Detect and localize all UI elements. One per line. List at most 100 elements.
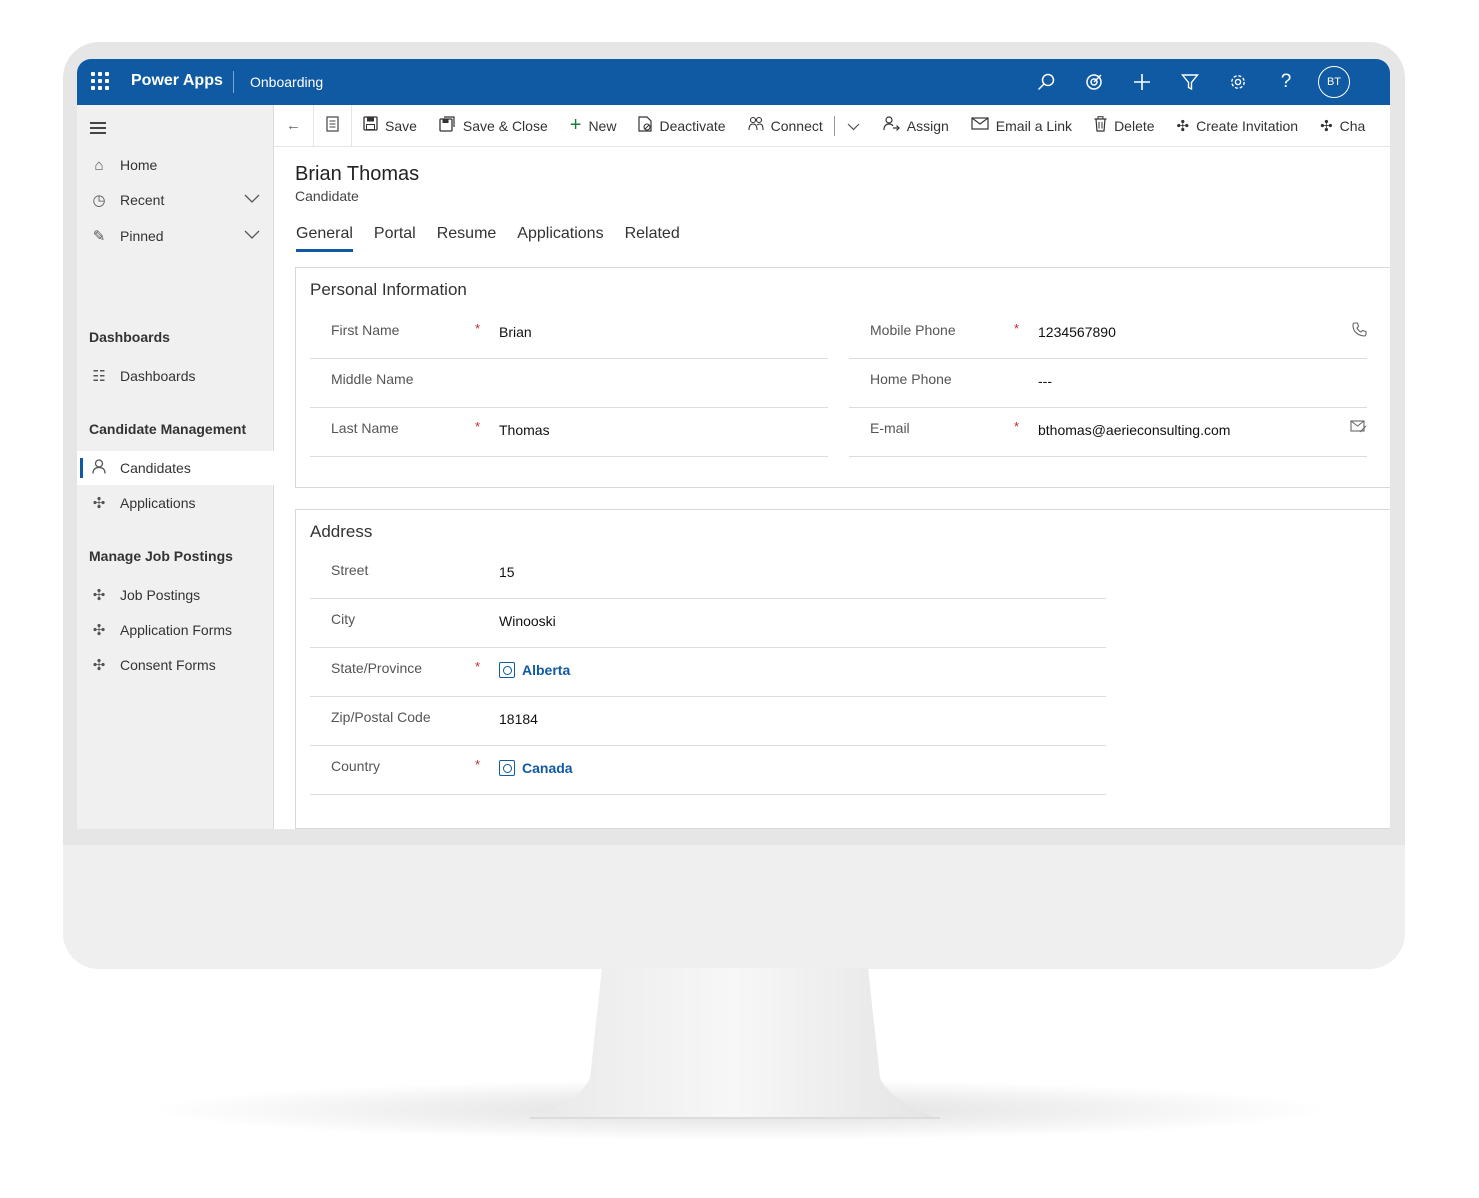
create-invitation-button[interactable]: ✣ Create Invitation bbox=[1166, 105, 1310, 146]
email-link-button[interactable]: Email a Link bbox=[960, 105, 1083, 146]
pin-icon: ✎ bbox=[92, 228, 106, 245]
sidebar-item-label: Dashboards bbox=[120, 368, 196, 384]
help-icon[interactable]: ? bbox=[1262, 59, 1310, 105]
state-province-lookup[interactable]: Alberta bbox=[499, 662, 570, 678]
city-field[interactable]: City Winooski bbox=[310, 599, 1106, 648]
send-email-icon[interactable] bbox=[1350, 420, 1367, 437]
field-label: State/Province bbox=[331, 660, 423, 676]
tab-applications[interactable]: Applications bbox=[517, 225, 603, 252]
personal-information-section: Personal Information First Name * Brian … bbox=[295, 267, 1390, 488]
last-name-value[interactable]: Thomas bbox=[499, 422, 550, 438]
record-title: Brian Thomas bbox=[295, 163, 420, 185]
app-launcher-icon[interactable] bbox=[91, 72, 109, 90]
connect-label: Connect bbox=[770, 117, 823, 134]
tab-portal[interactable]: Portal bbox=[374, 225, 416, 252]
city-value[interactable]: Winooski bbox=[499, 613, 556, 629]
home-icon: ⌂ bbox=[94, 156, 104, 174]
state-province-field[interactable]: State/Province * Alberta bbox=[310, 648, 1106, 697]
zip-postal-code-field[interactable]: Zip/Postal Code 18184 bbox=[310, 697, 1106, 746]
email-value[interactable]: bthomas@aerieconsulting.com bbox=[1038, 422, 1230, 438]
plus-icon[interactable] bbox=[1118, 59, 1166, 105]
chevron-down-icon[interactable] bbox=[244, 227, 260, 243]
save-label: Save bbox=[385, 117, 417, 134]
sidebar-item-pinned[interactable]: ✎ Pinned bbox=[77, 219, 274, 253]
street-value[interactable]: 15 bbox=[499, 564, 515, 580]
assign-button[interactable]: Assign bbox=[872, 105, 960, 146]
delete-button[interactable]: Delete bbox=[1083, 105, 1165, 146]
email-field[interactable]: E-mail * bthomas@aerieconsulting.com bbox=[849, 408, 1367, 457]
app-screen: Power Apps Onboarding ? BT ⌂ Home ◷ Rece… bbox=[77, 59, 1390, 829]
connect-button[interactable]: Connect bbox=[737, 105, 834, 146]
required-marker: * bbox=[475, 757, 481, 772]
save-icon bbox=[363, 116, 378, 135]
sidebar-item-label: Consent Forms bbox=[120, 657, 216, 673]
connect-dropdown-button[interactable] bbox=[835, 105, 872, 146]
gear-icon[interactable] bbox=[1214, 59, 1262, 105]
topbar-actions: ? BT bbox=[1022, 59, 1350, 105]
connect-icon bbox=[748, 116, 764, 135]
change-button[interactable]: ✣ Cha bbox=[1309, 105, 1376, 146]
filter-icon[interactable] bbox=[1166, 59, 1214, 105]
puzzle-icon: ✣ bbox=[92, 622, 106, 639]
deactivate-icon bbox=[638, 115, 653, 136]
email-link-icon bbox=[971, 117, 989, 134]
sidebar-item-dashboards[interactable]: ☷ Dashboards bbox=[77, 359, 274, 393]
new-button[interactable]: + New bbox=[559, 105, 628, 146]
sidebar-item-label: Job Postings bbox=[120, 587, 201, 603]
country-lookup[interactable]: Canada bbox=[499, 760, 573, 776]
field-label: First Name bbox=[331, 322, 400, 338]
sidebar-item-label: Candidates bbox=[120, 460, 191, 476]
deactivate-label: Deactivate bbox=[659, 117, 726, 134]
form-selector-button[interactable] bbox=[314, 105, 351, 146]
country-value[interactable]: Canada bbox=[522, 760, 573, 776]
deactivate-button[interactable]: Deactivate bbox=[627, 105, 736, 146]
monitor-stand bbox=[530, 968, 940, 1119]
sidebar-item-consent-forms[interactable]: ✣ Consent Forms bbox=[77, 648, 274, 682]
user-avatar[interactable]: BT bbox=[1318, 66, 1350, 98]
street-field[interactable]: Street 15 bbox=[310, 550, 1106, 599]
save-button[interactable]: Save bbox=[352, 105, 428, 146]
home-phone-value[interactable]: --- bbox=[1038, 373, 1052, 389]
phone-icon[interactable] bbox=[1352, 322, 1367, 341]
nav-group-job-postings: Manage Job Postings bbox=[89, 548, 233, 564]
section-title: Personal Information bbox=[310, 280, 467, 299]
new-label: New bbox=[588, 117, 617, 134]
change-label: Cha bbox=[1339, 117, 1366, 134]
first-name-field[interactable]: First Name * Brian bbox=[310, 310, 828, 359]
field-label: Street bbox=[331, 562, 369, 578]
field-label: E-mail bbox=[870, 420, 910, 436]
sidebar-item-recent[interactable]: ◷ Recent bbox=[77, 183, 274, 217]
middle-name-field[interactable]: Middle Name bbox=[310, 359, 828, 408]
tab-related[interactable]: Related bbox=[625, 225, 680, 252]
address-section: Address Street 15 City Winooski State/Pr… bbox=[295, 509, 1390, 829]
save-close-button[interactable]: Save & Close bbox=[428, 105, 559, 146]
country-field[interactable]: Country * Canada bbox=[310, 746, 1106, 795]
last-name-field[interactable]: Last Name * Thomas bbox=[310, 408, 828, 457]
state-province-value[interactable]: Alberta bbox=[522, 662, 570, 678]
first-name-value[interactable]: Brian bbox=[499, 324, 532, 340]
target-icon[interactable] bbox=[1070, 59, 1118, 105]
sidebar-item-label: Application Forms bbox=[120, 622, 233, 638]
sidebar-item-label: Applications bbox=[120, 495, 196, 511]
sidebar-item-label: Recent bbox=[120, 192, 165, 208]
sidebar-item-home[interactable]: ⌂ Home bbox=[77, 148, 274, 182]
chevron-down-icon[interactable] bbox=[244, 191, 260, 207]
sidebar-item-applications[interactable]: ✣ Applications bbox=[77, 486, 274, 520]
tab-general[interactable]: General bbox=[296, 225, 353, 252]
home-phone-field[interactable]: Home Phone --- bbox=[849, 359, 1367, 408]
field-label: Middle Name bbox=[331, 371, 414, 387]
field-label: Zip/Postal Code bbox=[331, 709, 431, 725]
sidebar-item-job-postings[interactable]: ✣ Job Postings bbox=[77, 578, 274, 612]
mobile-phone-value[interactable]: 1234567890 bbox=[1038, 324, 1116, 340]
sidebar-item-application-forms[interactable]: ✣ Application Forms bbox=[77, 613, 274, 647]
module-name[interactable]: Onboarding bbox=[250, 74, 323, 90]
back-button[interactable]: ← bbox=[274, 105, 313, 146]
mobile-phone-field[interactable]: Mobile Phone * 1234567890 bbox=[849, 310, 1367, 359]
app-name[interactable]: Power Apps bbox=[131, 72, 223, 90]
search-icon[interactable] bbox=[1022, 59, 1070, 105]
sidebar-item-candidates[interactable]: Candidates bbox=[77, 451, 274, 485]
section-title: Address bbox=[310, 522, 373, 541]
zip-postal-code-value[interactable]: 18184 bbox=[499, 711, 538, 727]
tab-resume[interactable]: Resume bbox=[437, 225, 497, 252]
hamburger-menu-icon[interactable] bbox=[90, 122, 106, 134]
